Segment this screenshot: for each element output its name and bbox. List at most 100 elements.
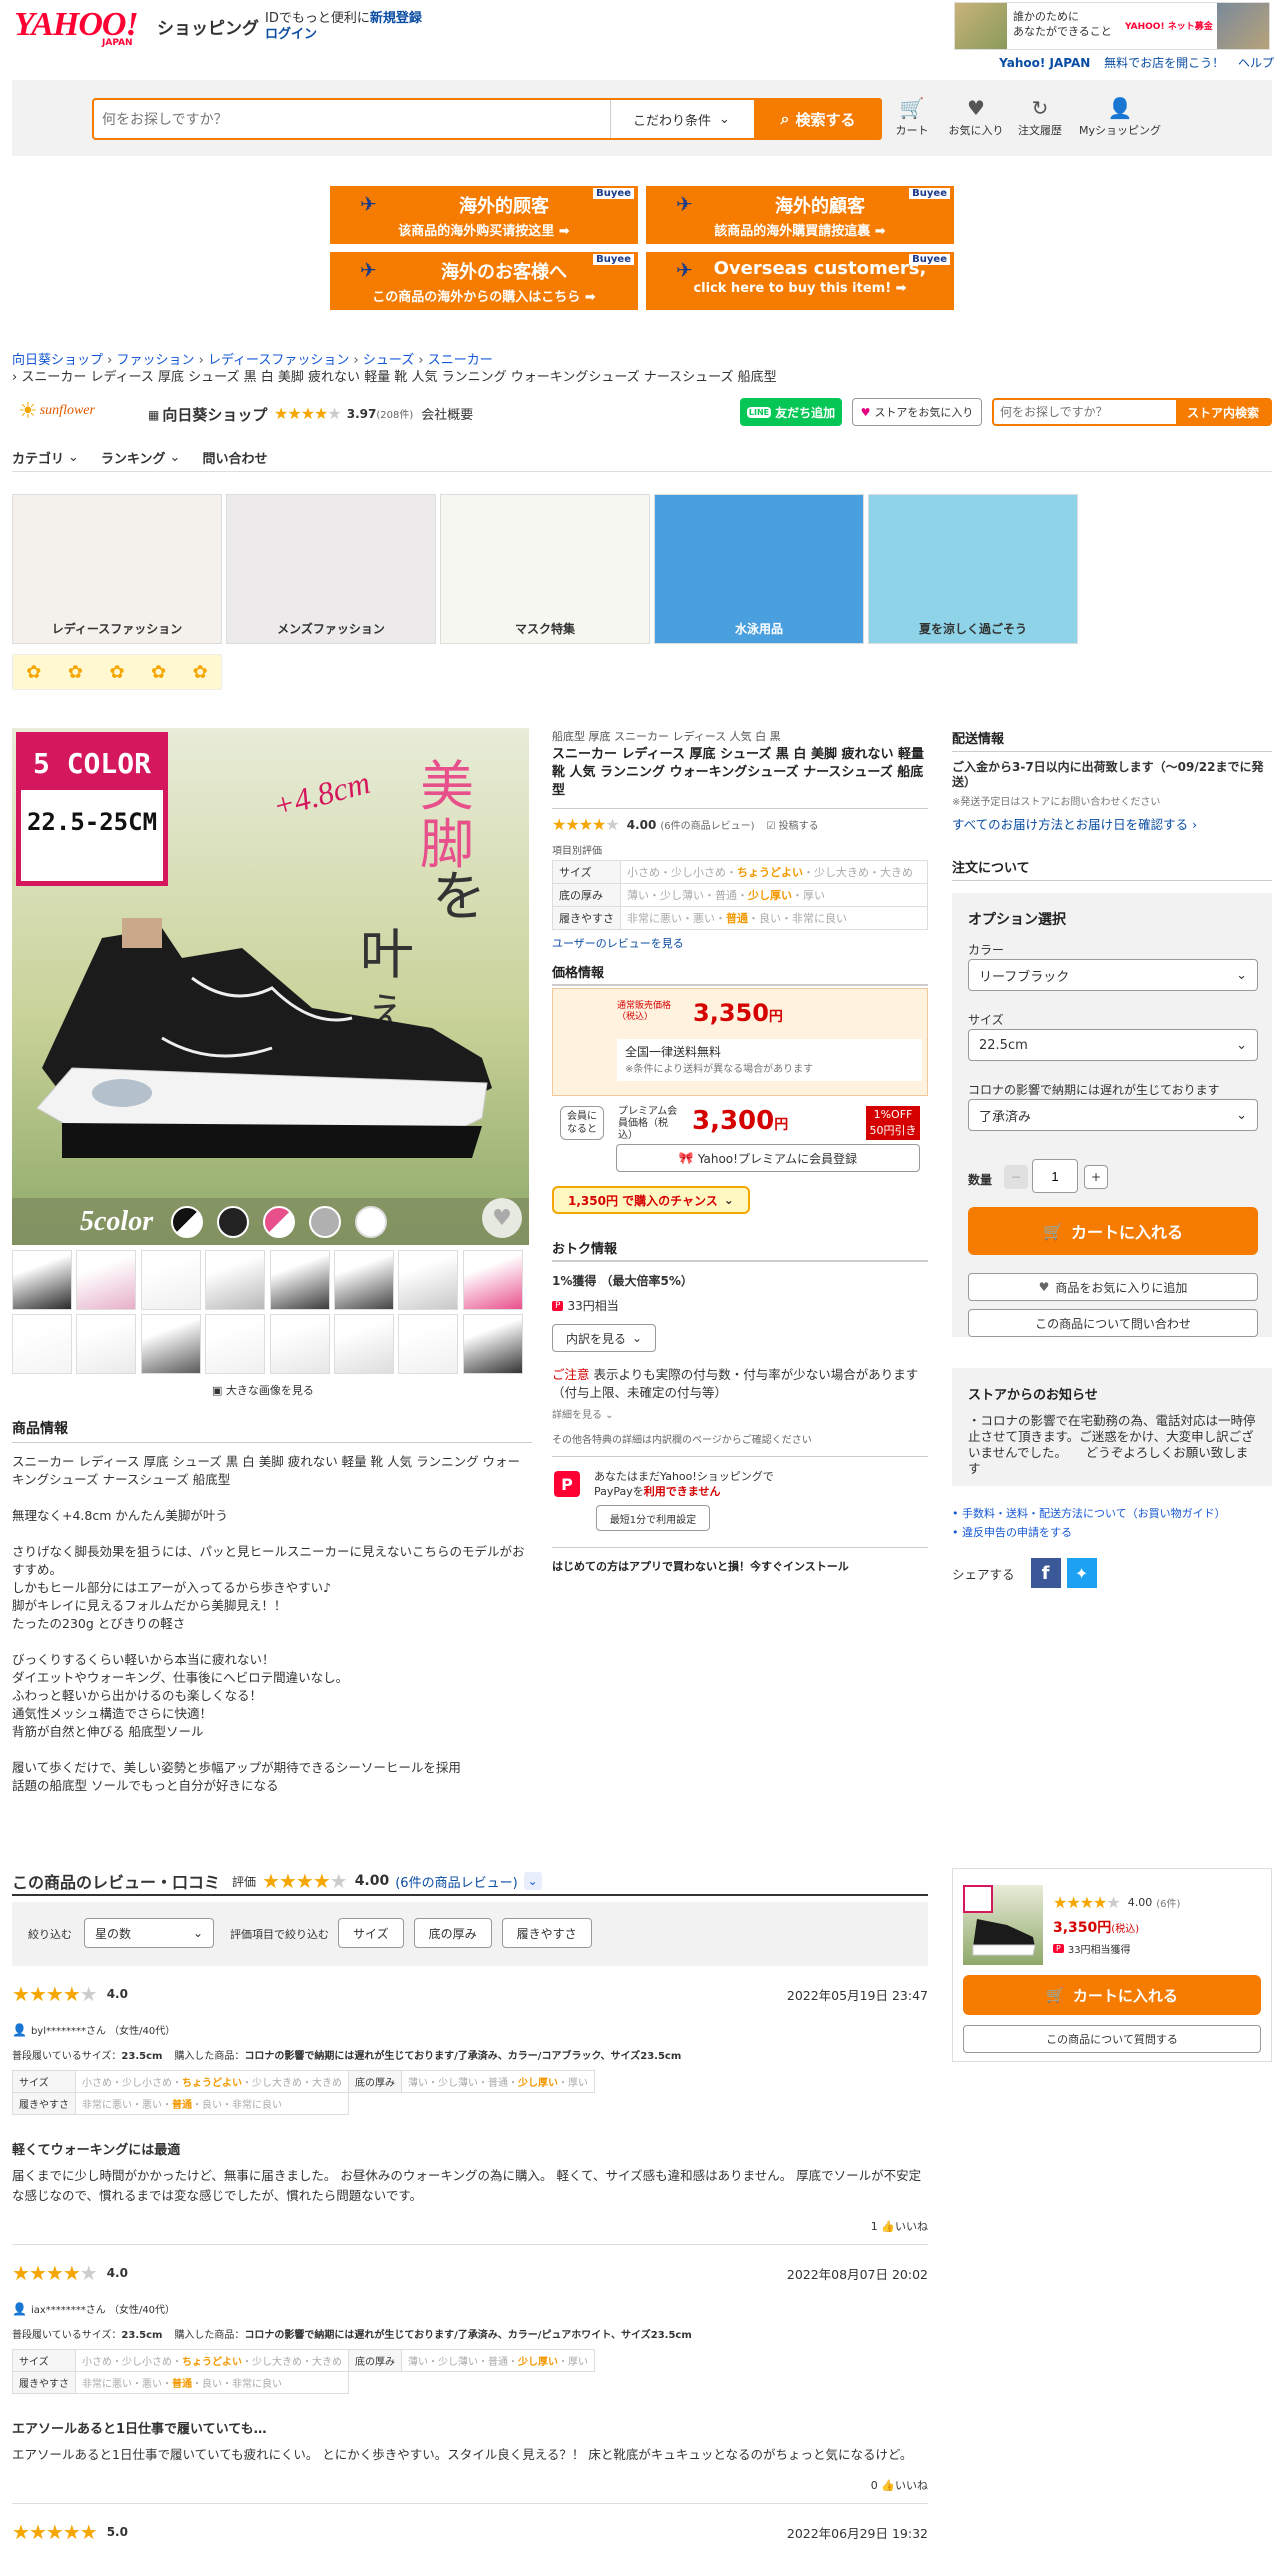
- store-logo[interactable]: ☀ sunflower: [18, 397, 133, 425]
- banner-label: マスク特集: [514, 622, 575, 636]
- buyee-brand: Buyee: [593, 254, 634, 265]
- breadcrumb-link[interactable]: シューズ: [363, 353, 414, 368]
- store-banner[interactable]: 水泳用品: [654, 494, 864, 644]
- notice-link[interactable]: • 手数料・送料・配送方法について（お買い物ガイド）: [952, 1504, 1272, 1523]
- store-banner[interactable]: マスク特集: [440, 494, 650, 644]
- twitter-icon[interactable]: ✦: [1066, 1558, 1097, 1588]
- store-banner[interactable]: レディースファッション: [12, 494, 222, 644]
- premium-register-button[interactable]: 🎀 Yahoo!プレミアムに会員登録: [616, 1144, 920, 1172]
- reviews-count-link[interactable]: (6件の商品レビュー): [395, 1872, 517, 1891]
- item-filter-button[interactable]: 履きやすさ: [501, 1918, 592, 1948]
- item-filter-button[interactable]: サイズ: [338, 1918, 404, 1948]
- post-review-link[interactable]: ☑ 投稿する: [767, 817, 819, 832]
- like-button[interactable]: 1 👍いいね: [12, 2218, 928, 2234]
- eval-option: 非常に悪い・悪い・: [627, 912, 726, 925]
- product-thumbnail[interactable]: [269, 1314, 330, 1374]
- slogan-char: 美: [420, 755, 474, 818]
- header-icon-cart[interactable]: 🛒 カート: [880, 96, 944, 146]
- yahoo-logo[interactable]: YAHOO! JAPAN: [14, 8, 154, 49]
- sticky-inquiry-button[interactable]: この商品について質問する: [963, 2025, 1261, 2053]
- product-inquiry-button[interactable]: この商品について問い合わせ: [968, 1309, 1258, 1337]
- help-link[interactable]: ヘルプ: [1238, 56, 1274, 70]
- store-banner[interactable]: 夏を涼しく過ごそう: [868, 494, 1078, 644]
- breadcrumb-link[interactable]: 向日葵ショップ: [12, 353, 103, 368]
- buyee-banner[interactable]: ✈ Buyee 海外的顧客 該商品的海外購買請按這裏 ➡: [646, 186, 954, 244]
- header-icon-user[interactable]: 👤 Myショッピング: [1072, 96, 1168, 146]
- add-favorite-button[interactable]: ♥ 商品をお気に入りに追加: [968, 1273, 1258, 1301]
- enlarge-image-link[interactable]: ▣ 大きな画像を見る: [212, 1382, 314, 1398]
- buyee-banner[interactable]: ✈ Buyee Overseas customers, click here to b…: [646, 252, 954, 310]
- product-thumbnail[interactable]: [140, 1250, 201, 1310]
- facebook-icon[interactable]: f: [1030, 1558, 1061, 1588]
- breadcrumb-link[interactable]: レディースファッション: [208, 353, 349, 368]
- color-select[interactable]: リーフブラック ⌄: [968, 959, 1258, 991]
- sunflower-strip[interactable]: ✿ ✿ ✿ ✿ ✿: [12, 654, 222, 690]
- notice-link[interactable]: • 違反申告の申請をする: [952, 1523, 1272, 1542]
- store-favorite-button[interactable]: ♥ ストアをお気に入り: [852, 398, 982, 426]
- chevron-down-icon[interactable]: ⌄: [523, 1872, 542, 1890]
- chance-button[interactable]: 1,350円 で購入のチャンス ⌄: [552, 1186, 750, 1214]
- store-banner[interactable]: メンズファッション: [226, 494, 436, 644]
- yahoo-japan-link[interactable]: Yahoo! JAPAN: [999, 56, 1090, 70]
- size-select[interactable]: 22.5cm ⌄: [968, 1029, 1258, 1061]
- store-nav-item[interactable]: 問い合わせ: [202, 444, 267, 471]
- quantity-plus-button[interactable]: +: [1084, 1165, 1108, 1189]
- product-thumbnail[interactable]: [205, 1314, 266, 1374]
- product-thumbnail[interactable]: [462, 1314, 523, 1374]
- product-thumbnail[interactable]: [12, 1314, 72, 1374]
- product-thumbnail[interactable]: [76, 1314, 137, 1374]
- store-nav: カテゴリ ⌄ ランキング ⌄ 問い合わせ: [12, 444, 1272, 472]
- donation-ad[interactable]: 誰かのために あなたができること YAHOO! ネット募金: [954, 2, 1270, 50]
- breadcrumb-link[interactable]: ファッション: [116, 353, 194, 368]
- review-count-link[interactable]: (6件の商品レビュー): [660, 817, 754, 832]
- quantity-input[interactable]: [1032, 1159, 1078, 1193]
- buyee-banner[interactable]: ✈ Buyee 海外的顾客 该商品的海外购买请按这里 ➡: [330, 186, 638, 244]
- condition-dropdown[interactable]: こだわり条件 ⌄: [610, 100, 752, 138]
- product-thumbnail[interactable]: [334, 1250, 394, 1310]
- product-thumbnail[interactable]: [12, 1250, 72, 1310]
- company-overview-link[interactable]: 会社概要: [421, 404, 473, 423]
- sticky-cart-button[interactable]: 🛒 カートに入れる: [963, 1975, 1261, 2015]
- register-link[interactable]: 新規登録: [370, 11, 422, 26]
- detail-link[interactable]: 詳細を見る ⌄: [552, 1406, 928, 1421]
- covid-select[interactable]: 了承済み ⌄: [968, 1099, 1258, 1131]
- product-thumbnail[interactable]: [140, 1314, 201, 1374]
- user-reviews-link[interactable]: ユーザーのレビューを見る: [552, 935, 928, 951]
- app-promo[interactable]: はじめての方はアプリで買わないと損！今すぐインストール: [552, 1558, 928, 1574]
- buyee-banner[interactable]: ✈ Buyee 海外のお客様へ この商品の海外からの購入はこちら ➡: [330, 252, 638, 310]
- store-search-input[interactable]: [1000, 403, 1170, 421]
- store-name[interactable]: 向日葵ショップ: [162, 404, 267, 425]
- open-store-link[interactable]: 無料でお店を開こう！: [1104, 56, 1224, 70]
- add-to-cart-button[interactable]: 🛒 カートに入れる: [968, 1207, 1258, 1255]
- like-button[interactable]: 0 👍いいね: [12, 2477, 928, 2493]
- favorite-heart-button[interactable]: ♥: [482, 1198, 522, 1238]
- product-thumbnail[interactable]: [76, 1250, 137, 1310]
- product-thumbnail[interactable]: [205, 1250, 266, 1310]
- header-icon-history[interactable]: ↻ 注文履歴: [1008, 96, 1072, 146]
- breadcrumb-link[interactable]: スニーカー: [428, 353, 493, 368]
- product-thumbnail[interactable]: [334, 1314, 394, 1374]
- item-filter-button[interactable]: 底の厚み: [413, 1918, 492, 1948]
- store-nav-item[interactable]: カテゴリ ⌄: [12, 444, 79, 471]
- product-thumbnail[interactable]: [398, 1250, 459, 1310]
- header-icon-heart[interactable]: ♥ お気に入り: [944, 96, 1008, 146]
- login-link[interactable]: ログイン: [265, 27, 317, 42]
- main-product-image[interactable]: 5 COLOR 22.5-25CM +4.8cm 美 脚 を 叶 える 5col…: [12, 728, 529, 1245]
- paypay-setup-button[interactable]: 最短1分で利用設定: [596, 1505, 710, 1531]
- search-button[interactable]: ⌕ 検索する: [754, 98, 882, 140]
- product-thumbnail[interactable]: [462, 1250, 523, 1310]
- paypay-logo-icon: P: [554, 1471, 580, 1497]
- search-input[interactable]: [102, 108, 582, 130]
- store-nav-item[interactable]: ランキング ⌄: [101, 444, 181, 471]
- share-label: シェアする: [952, 1566, 1015, 1582]
- store-search-button[interactable]: ストア内検索: [1176, 400, 1270, 424]
- quantity-minus-button[interactable]: −: [1004, 1165, 1028, 1189]
- product-thumbnail[interactable]: [269, 1250, 330, 1310]
- product-thumbnail[interactable]: [398, 1314, 459, 1374]
- description-title: 商品情報: [12, 1418, 532, 1443]
- shipping-methods-link[interactable]: すべてのお届け方法とお届け日を確認する ›: [952, 814, 1272, 833]
- details-button[interactable]: 内訳を見る ⌄: [552, 1324, 656, 1352]
- line-friend-button[interactable]: LINE 友だち追加: [740, 398, 842, 426]
- star-filter-select[interactable]: 星の数 ⌄: [84, 1918, 214, 1948]
- sticky-thumbnail[interactable]: [963, 1885, 1043, 1965]
